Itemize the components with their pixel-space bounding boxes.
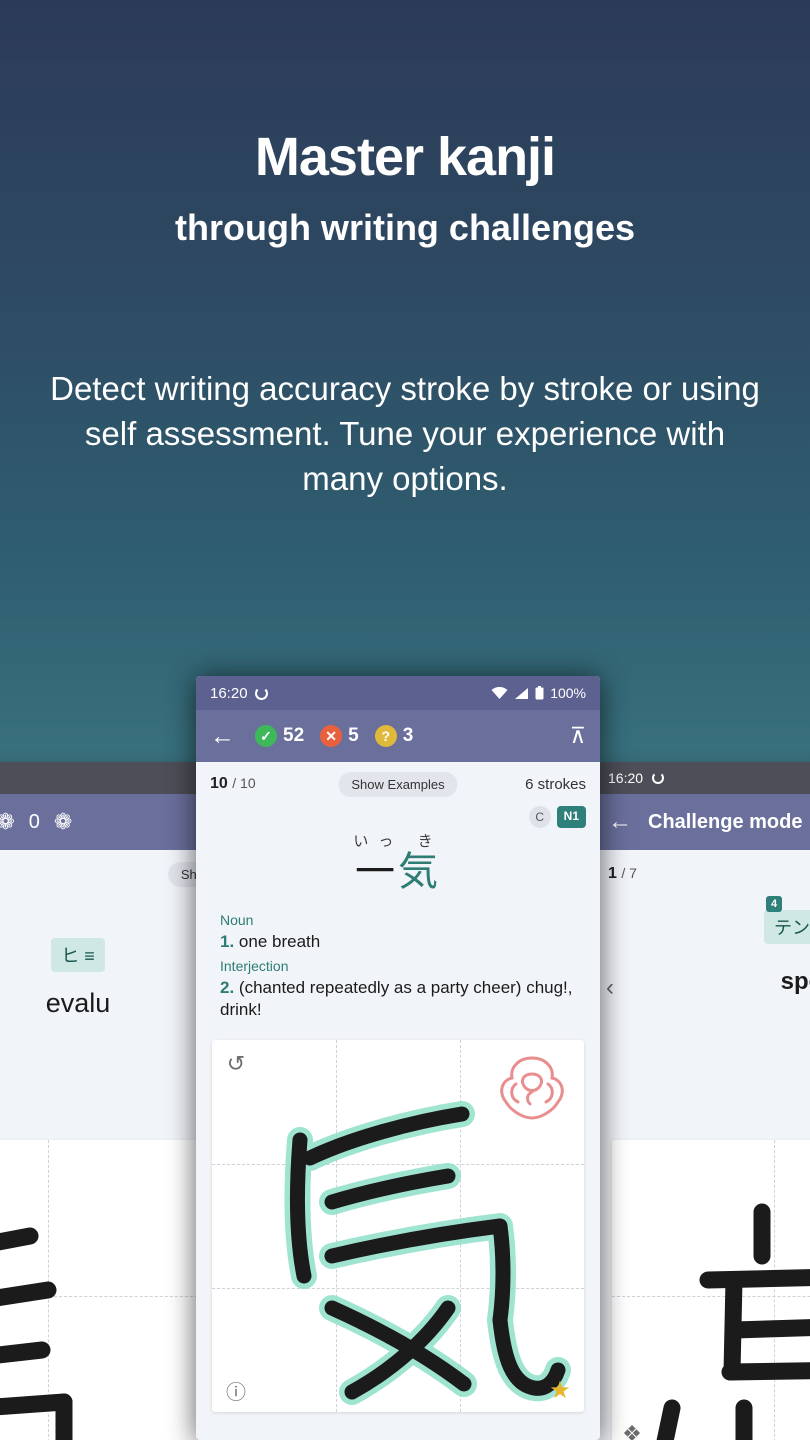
unsure-counter: ? 3 xyxy=(374,725,414,747)
center-app-bar: ← ✓ 52 ✕ 5 ? 3 ⊼ xyxy=(196,710,600,762)
right-status-time: 16:20 xyxy=(608,770,644,786)
right-sub-bar: 1 / 7 xyxy=(596,850,810,898)
flower-icon: ❁ xyxy=(0,809,15,834)
center-status-time: 16:20 xyxy=(210,684,248,702)
definition-item-2: 2. (chanted repeatedly as a party cheer)… xyxy=(220,977,576,1022)
center-phone-screenshot: 16:20 100% ← ✓ 52 ✕ 5 ? 3 ⊼ 10 / 10 Show… xyxy=(196,676,600,1440)
definition-num-2: 2. xyxy=(220,977,235,997)
right-katakana-pill: テン xyxy=(764,910,810,944)
flower-outline-icon: ❁ xyxy=(53,809,73,834)
left-drawing-canvas[interactable] xyxy=(0,1140,208,1440)
right-definition-bold: spot xyxy=(780,968,810,995)
right-badge-number: 4 xyxy=(766,896,783,912)
definition-list: Noun 1. one breath Interjection 2. (chan… xyxy=(196,899,600,1026)
right-app-bar: ← Challenge mode xyxy=(596,794,810,850)
right-status-bar: 16:20 xyxy=(596,762,810,794)
back-arrow-icon[interactable]: ← xyxy=(210,722,235,751)
promo-body: Detect writing accuracy stroke by stroke… xyxy=(50,369,760,497)
right-drawing-canvas[interactable]: ❖ xyxy=(612,1140,810,1440)
category-badge[interactable]: C xyxy=(528,806,551,828)
right-phone-screenshot: 16:20 ← Challenge mode 1 / 7 4 テン ‹ spot… xyxy=(596,762,810,1440)
vocab-word: 一気 xyxy=(196,851,600,893)
battery-icon xyxy=(535,686,544,700)
show-examples-button[interactable]: Show Examples xyxy=(338,771,458,797)
circle-icon xyxy=(652,772,665,784)
definition-item-1: 1. one breath xyxy=(220,931,576,954)
center-progress-total: / 10 xyxy=(232,775,256,791)
stroke-count-label: 6 strokes xyxy=(525,775,586,793)
layers-icon[interactable]: ❖ xyxy=(618,1420,646,1440)
center-battery-percent: 100% xyxy=(550,685,586,701)
left-reading-pill: ヒ ≡ xyxy=(51,938,105,972)
signal-icon xyxy=(515,687,529,699)
definition-text-1: one breath xyxy=(238,931,321,951)
vocab-word-second: 気 xyxy=(398,850,441,894)
promo-subheadline: through writing challenges xyxy=(174,207,636,249)
center-badges: C N1 xyxy=(196,806,600,828)
right-progress-current: 1 xyxy=(608,865,617,882)
definition-num-1: 1. xyxy=(220,931,235,951)
center-status-bar: 16:20 100% xyxy=(196,676,600,710)
star-icon[interactable]: ★ xyxy=(546,1376,574,1404)
back-arrow-icon[interactable]: ← xyxy=(608,808,632,836)
promo-headline: Master kanji xyxy=(254,127,556,187)
circle-icon xyxy=(254,686,268,700)
definition-text-2: (chanted repeatedly as a party cheer) ch… xyxy=(220,977,573,1020)
vocab-word-first: 一 xyxy=(355,850,398,894)
unsure-count-label: 3 xyxy=(402,725,414,746)
right-drawn-kanji xyxy=(656,1203,810,1440)
right-definition: spot, point, m decimal xyxy=(634,966,810,1028)
center-progress-current: 10 xyxy=(210,775,228,792)
collapse-icon[interactable]: ⊼ xyxy=(570,723,586,749)
undo-icon[interactable]: ↺ xyxy=(222,1050,250,1078)
drawn-kanji xyxy=(284,1101,571,1406)
chevron-left-icon[interactable]: ‹ xyxy=(606,974,614,1002)
correct-counter: ✓ 52 xyxy=(255,725,304,747)
furigana-label: いっ き xyxy=(353,833,443,850)
center-sub-bar: 10 / 10 Show Examples 6 strokes xyxy=(196,762,600,806)
jlpt-level-badge[interactable]: N1 xyxy=(556,806,586,828)
definition-pos-2: Interjection xyxy=(220,958,289,975)
left-count-b: 0 xyxy=(28,810,40,833)
promo-screenshot: Master kanji through writing challenges … xyxy=(0,0,810,1440)
promo-text-block: Master kanji through writing challenges … xyxy=(0,0,810,501)
wifi-icon xyxy=(491,686,508,699)
wrong-count-label: 5 xyxy=(348,725,359,746)
right-katakana-block: 4 テン xyxy=(764,896,810,944)
info-icon[interactable]: ⓘ xyxy=(222,1376,250,1404)
check-icon: ✓ xyxy=(255,725,277,747)
question-icon: ? xyxy=(374,725,397,747)
cross-icon: ✕ xyxy=(320,725,343,747)
right-progress-total: / 7 xyxy=(621,865,637,881)
right-progress: 1 / 7 xyxy=(608,865,637,883)
center-word-area: いっ き 一気 xyxy=(196,828,600,899)
right-app-title: Challenge mode xyxy=(648,810,803,833)
correct-count-label: 52 xyxy=(283,725,305,746)
drawing-canvas[interactable]: ↺ ⓘ ★ xyxy=(212,1040,584,1413)
definition-pos-1: Noun xyxy=(220,912,254,928)
left-drawn-kanji xyxy=(0,1227,73,1440)
wrong-counter: ✕ 5 xyxy=(320,725,359,747)
center-progress: 10 / 10 xyxy=(210,775,256,793)
